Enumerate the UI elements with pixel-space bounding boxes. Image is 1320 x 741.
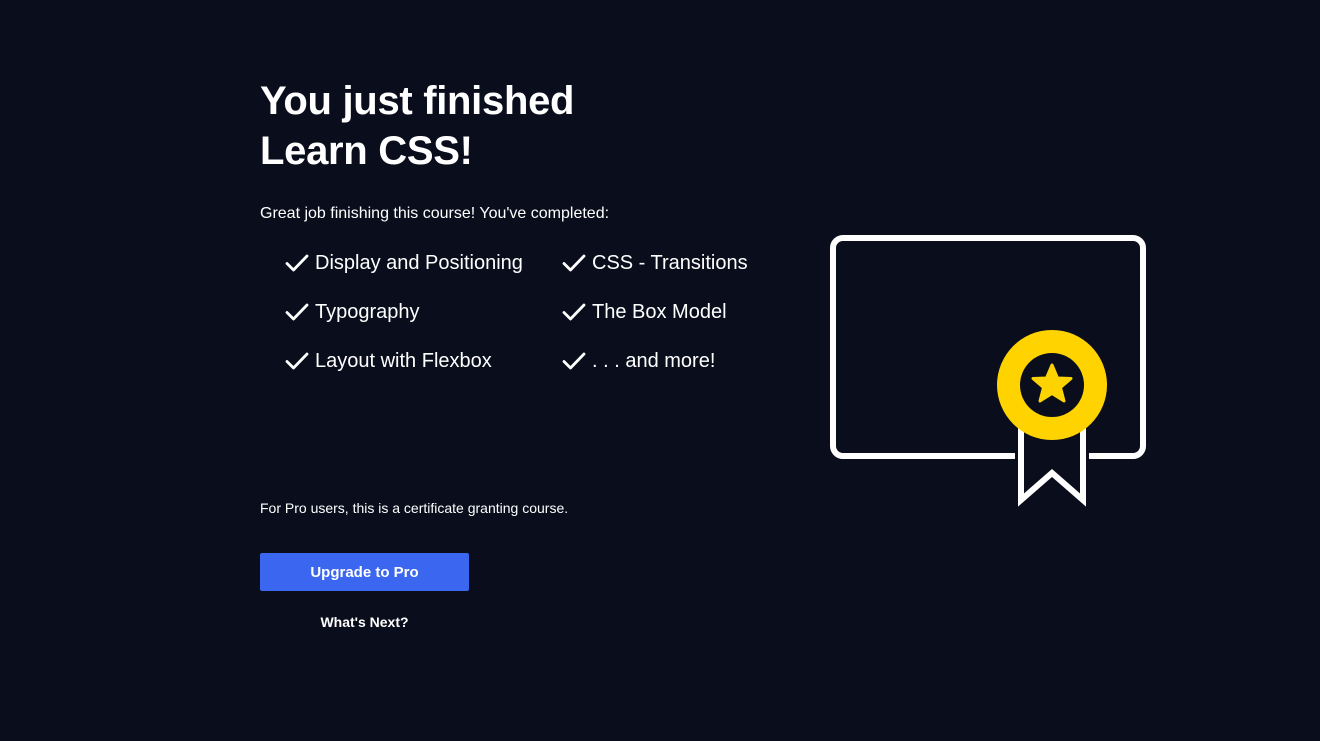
checkmark-icon — [285, 254, 309, 272]
pro-certificate-note: For Pro users, this is a certificate gra… — [260, 500, 569, 516]
topic-item: Typography — [285, 297, 562, 327]
topic-label: The Box Model — [592, 300, 727, 323]
topic-label: CSS - Transitions — [592, 251, 748, 274]
headline-line-2: Learn CSS! — [260, 129, 473, 173]
certificate-icon — [830, 235, 1146, 507]
topic-item: Layout with Flexbox — [285, 346, 562, 376]
topic-label: . . . and more! — [592, 349, 716, 372]
topic-label: Layout with Flexbox — [315, 349, 492, 372]
checkmark-icon — [562, 303, 586, 321]
topic-item: . . . and more! — [562, 346, 802, 376]
completion-content: You just finished Learn CSS! Great job f… — [260, 76, 780, 376]
headline-line-1: You just finished — [260, 79, 575, 123]
checkmark-icon — [285, 303, 309, 321]
topic-label: Typography — [315, 300, 420, 323]
topic-item: CSS - Transitions — [562, 248, 802, 278]
certificate-frame — [830, 235, 1146, 459]
checkmark-icon — [562, 254, 586, 272]
checkmark-icon — [562, 352, 586, 370]
whats-next-link[interactable]: What's Next? — [260, 614, 469, 630]
star-badge-icon — [997, 330, 1107, 440]
upgrade-to-pro-button[interactable]: Upgrade to Pro — [260, 553, 469, 591]
topic-label: Display and Positioning — [315, 251, 523, 274]
topic-item: The Box Model — [562, 297, 802, 327]
checkmark-icon — [285, 352, 309, 370]
completion-intro: Great job finishing this course! You've … — [260, 205, 610, 222]
completion-headline: You just finished Learn CSS! — [260, 76, 780, 176]
completed-topics-list: Display and Positioning CSS - Transition… — [285, 248, 780, 376]
topic-item: Display and Positioning — [285, 248, 562, 278]
